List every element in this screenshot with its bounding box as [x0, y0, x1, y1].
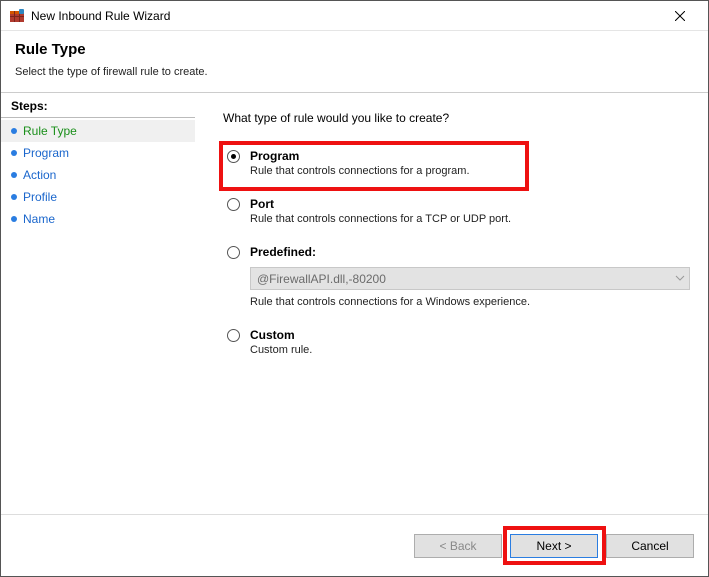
step-bullet-icon — [11, 150, 17, 156]
steps-heading: Steps: — [1, 99, 195, 118]
back-button: < Back — [414, 534, 502, 558]
step-label: Name — [23, 212, 55, 226]
step-label: Profile — [23, 190, 57, 204]
close-icon — [675, 11, 685, 21]
radio-custom[interactable] — [227, 329, 240, 342]
content-pane: What type of rule would you like to crea… — [195, 93, 708, 514]
firewall-icon — [9, 8, 25, 24]
steps-sidebar: Steps: Rule Type Program Action Profile … — [1, 93, 195, 514]
chevron-down-icon — [675, 272, 685, 286]
cancel-button[interactable]: Cancel — [606, 534, 694, 558]
option-port: Port Rule that controls connections for … — [227, 197, 690, 225]
titlebar: New Inbound Rule Wizard — [1, 1, 708, 31]
step-action[interactable]: Action — [1, 164, 195, 186]
wizard-body: Steps: Rule Type Program Action Profile … — [1, 93, 708, 514]
step-program[interactable]: Program — [1, 142, 195, 164]
page-subtitle: Select the type of firewall rule to crea… — [15, 66, 694, 78]
radio-port[interactable] — [227, 198, 240, 211]
step-label: Action — [23, 168, 56, 182]
option-desc: Rule that controls connections for a TCP… — [250, 213, 511, 225]
option-custom: Custom Custom rule. — [227, 328, 690, 356]
step-bullet-icon — [11, 128, 17, 134]
wizard-header: Rule Type Select the type of firewall ru… — [1, 31, 708, 92]
option-program: Program Rule that controls connections f… — [227, 149, 690, 177]
radio-predefined[interactable] — [227, 246, 240, 259]
rule-type-options: Program Rule that controls connections f… — [223, 149, 690, 356]
option-label: Program — [250, 149, 470, 163]
close-button[interactable] — [660, 2, 700, 30]
step-rule-type[interactable]: Rule Type — [1, 120, 195, 142]
option-label: Custom — [250, 328, 312, 342]
wizard-footer: < Back Next > Cancel — [1, 514, 708, 576]
option-label: Port — [250, 197, 511, 211]
step-bullet-icon — [11, 216, 17, 222]
step-bullet-icon — [11, 194, 17, 200]
option-label: Predefined: — [250, 245, 690, 259]
wizard-window: New Inbound Rule Wizard Rule Type Select… — [0, 0, 709, 577]
option-desc: Rule that controls connections for a pro… — [250, 165, 470, 177]
next-button[interactable]: Next > — [510, 534, 598, 558]
step-profile[interactable]: Profile — [1, 186, 195, 208]
option-desc: Custom rule. — [250, 344, 312, 356]
predefined-combo: @FirewallAPI.dll,-80200 — [250, 267, 690, 290]
step-label: Program — [23, 146, 69, 160]
window-title: New Inbound Rule Wizard — [31, 9, 660, 23]
step-label: Rule Type — [23, 124, 77, 138]
option-desc: Rule that controls connections for a Win… — [250, 296, 690, 308]
question-text: What type of rule would you like to crea… — [223, 111, 690, 125]
combo-value: @FirewallAPI.dll,-80200 — [257, 272, 386, 286]
step-name[interactable]: Name — [1, 208, 195, 230]
option-predefined: Predefined: @FirewallAPI.dll,-80200 Rule… — [227, 245, 690, 308]
step-bullet-icon — [11, 172, 17, 178]
page-title: Rule Type — [15, 41, 694, 58]
radio-program[interactable] — [227, 150, 240, 163]
